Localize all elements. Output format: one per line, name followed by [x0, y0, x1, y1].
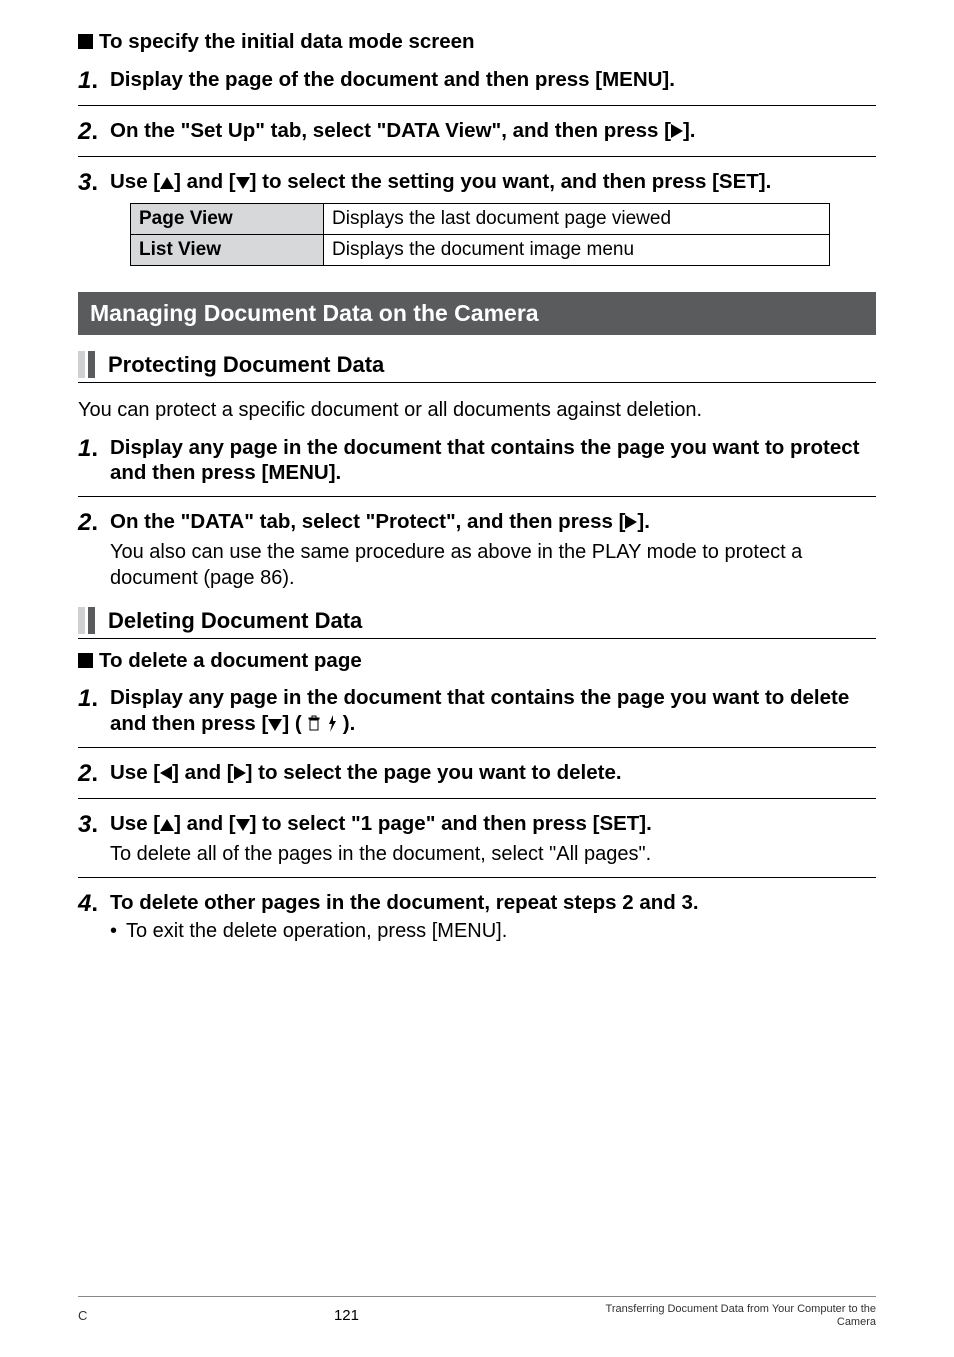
protect-step-2-text: On the "DATA" tab, select "Protect", and…	[110, 509, 876, 535]
right-arrow-icon	[625, 515, 637, 529]
delete-step-4-bullet: • To exit the delete operation, press [M…	[110, 920, 876, 943]
subheading-label: Protecting Document Data	[108, 351, 384, 378]
text-fragment: ] and [	[174, 170, 236, 193]
section-heading-2-text: To delete a document page	[99, 649, 362, 672]
table-cell-header: Page View	[131, 203, 324, 234]
section-heading-1-text: To specify the initial data mode screen	[99, 30, 475, 53]
table-row: Page View Displays the last document pag…	[131, 203, 830, 234]
settings-table: Page View Displays the last document pag…	[130, 203, 830, 266]
step-number: 3.	[78, 811, 110, 839]
delete-step-4: 4. To delete other pages in the document…	[78, 890, 876, 918]
divider	[78, 105, 876, 106]
page-footer: C 121 Transferring Document Data from Yo…	[0, 1296, 954, 1329]
down-arrow-icon	[236, 177, 250, 189]
page-content: To specify the initial data mode screen …	[0, 0, 954, 943]
subheading-deleting: Deleting Document Data	[78, 607, 876, 639]
text-fragment: ] and [	[174, 812, 236, 835]
table-cell: Displays the last document page viewed	[324, 203, 830, 234]
text-fragment: Use [	[110, 761, 160, 784]
subheading-label: Deleting Document Data	[108, 607, 362, 634]
divider	[78, 156, 876, 157]
footer-divider	[78, 1296, 876, 1297]
delete-step-2: 2. Use [ ] and [ ] to select the page you …	[78, 760, 876, 788]
text-fragment: ] to select the page you want to delete.	[246, 761, 622, 784]
text-fragment: On the "Set Up" tab, select "DATA View",…	[110, 119, 671, 142]
right-arrow-icon	[671, 124, 683, 138]
text-fragment: ] and [	[172, 761, 234, 784]
step-number: 2.	[78, 760, 110, 788]
step-2: 2. On the "Set Up" tab, select "DATA Vie…	[78, 118, 876, 146]
step-number: 2.	[78, 509, 110, 537]
text-fragment: Use [	[110, 812, 160, 835]
text-fragment: Use [	[110, 170, 160, 193]
step-number: 1.	[78, 435, 110, 463]
right-arrow-icon	[234, 766, 246, 780]
footer-left: C	[78, 1308, 87, 1323]
text-fragment: ] to select "1 page" and then press [SET…	[250, 812, 652, 835]
subheading-bars-icon	[78, 607, 98, 634]
up-arrow-icon	[160, 819, 174, 831]
footer-chapter: Transferring Document Data from Your Com…	[606, 1303, 876, 1329]
delete-step-4-text: To delete other pages in the document, r…	[110, 890, 876, 916]
footer-chapter-line1: Transferring Document Data from Your Com…	[606, 1303, 876, 1315]
table-cell: Displays the document image menu	[324, 234, 830, 265]
step-number: 1.	[78, 685, 110, 713]
divider	[78, 496, 876, 497]
delete-step-1-text: Display any page in the document that co…	[110, 685, 876, 736]
text-fragment: ] (	[282, 712, 307, 735]
step-1-text: Display the page of the document and the…	[110, 67, 876, 93]
subheading-bars-icon	[78, 351, 98, 378]
delete-step-3: 3. Use [ ] and [ ] to select "1 page" and …	[78, 811, 876, 839]
square-bullet-icon	[78, 653, 93, 668]
delete-step-2-text: Use [ ] and [ ] to select the page you wan…	[110, 760, 876, 786]
bullet-dot: •	[110, 920, 126, 943]
step-number: 2.	[78, 118, 110, 146]
divider	[78, 798, 876, 799]
step-2-text: On the "Set Up" tab, select "DATA View",…	[110, 118, 876, 144]
text-fragment: ].	[683, 119, 696, 142]
section-heading-2: To delete a document page	[78, 649, 876, 674]
delete-step-3-text: Use [ ] and [ ] to select "1 page" and the…	[110, 811, 876, 837]
paragraph: You can protect a specific document or a…	[78, 397, 876, 423]
page-number: 121	[334, 1307, 359, 1324]
protect-step-1-text: Display any page in the document that co…	[110, 435, 876, 486]
footer-chapter-line2: Camera	[837, 1316, 876, 1328]
text-fragment: Display any page in the document that co…	[110, 686, 849, 735]
divider	[78, 747, 876, 748]
up-arrow-icon	[160, 177, 174, 189]
delete-step-1: 1. Display any page in the document that…	[78, 685, 876, 736]
step-number: 3.	[78, 169, 110, 197]
band-heading: Managing Document Data on the Camera	[78, 292, 876, 335]
step-3-text: Use [ ] and [ ] to select the setting you …	[110, 169, 876, 195]
step-number: 1.	[78, 67, 110, 95]
square-bullet-icon	[78, 34, 93, 49]
text-fragment: ).	[337, 712, 355, 735]
table-cell-header: List View	[131, 234, 324, 265]
protect-step-2: 2. On the "DATA" tab, select "Protect", …	[78, 509, 876, 537]
left-arrow-icon	[160, 766, 172, 780]
trash-icon	[307, 715, 321, 732]
step-number: 4.	[78, 890, 110, 918]
text-fragment: On the "DATA" tab, select "Protect", and…	[110, 510, 625, 533]
subheading-protecting: Protecting Document Data	[78, 351, 876, 383]
protect-step-1: 1. Display any page in the document that…	[78, 435, 876, 486]
text-fragment: ].	[637, 510, 650, 533]
step-3: 3. Use [ ] and [ ] to select the setting y…	[78, 169, 876, 197]
delete-step-3-body: To delete all of the pages in the docume…	[110, 841, 876, 867]
section-heading-1: To specify the initial data mode screen	[78, 30, 876, 55]
step-1: 1. Display the page of the document and …	[78, 67, 876, 95]
flash-icon	[327, 715, 337, 732]
bullet-text: To exit the delete operation, press [MEN…	[126, 920, 876, 943]
down-arrow-icon	[236, 819, 250, 831]
divider	[78, 877, 876, 878]
text-fragment: ] to select the setting you want, and th…	[250, 170, 772, 193]
protect-step-2-body: You also can use the same procedure as a…	[110, 539, 876, 591]
table-row: List View Displays the document image me…	[131, 234, 830, 265]
down-arrow-icon	[268, 719, 282, 731]
